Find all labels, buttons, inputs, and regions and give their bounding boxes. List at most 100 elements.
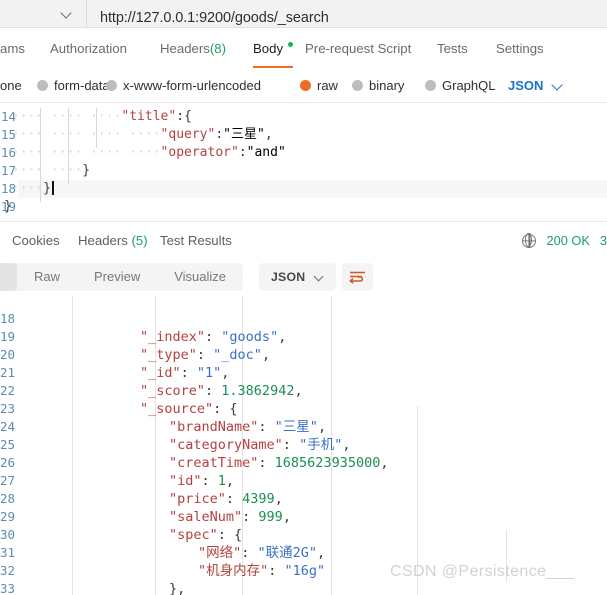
tab-label: Body: [253, 41, 284, 56]
code-token: "16g": [284, 563, 326, 579]
line-number: 24: [0, 419, 16, 434]
code-token: :: [201, 473, 218, 489]
code-token: :: [241, 545, 258, 561]
code-token: "_doc": [213, 347, 262, 363]
tab-label: Authorization: [50, 41, 127, 56]
code-token: ,: [274, 491, 283, 507]
response-view-preview[interactable]: Preview: [77, 263, 157, 291]
code-token: "网络": [198, 545, 242, 561]
body-type-raw[interactable]: raw: [300, 78, 338, 93]
line-number: 32: [0, 563, 16, 578]
code-text: "query":"三星",: [160, 127, 273, 142]
request-tab-settings[interactable]: Settings: [496, 29, 544, 68]
response-time-partial: 3: [599, 233, 607, 248]
method-selector[interactable]: [0, 0, 87, 27]
line-number: 29: [0, 509, 16, 524]
response-tab-test-results[interactable]: Test Results: [160, 233, 232, 248]
code-token: {: [234, 527, 243, 543]
code-token: "_type": [140, 347, 197, 363]
line-number: 33: [0, 581, 16, 595]
request-tab-bar: ams Authorization Headers (8) Body Pre-reque…: [0, 29, 607, 68]
code-token: ,: [294, 383, 303, 399]
chevron-down-icon: [552, 80, 563, 91]
code-token: },: [169, 581, 186, 595]
tab-count-badge: (8): [209, 41, 226, 56]
code-line: "brandName": "三星",: [169, 418, 326, 436]
code-token: ,: [317, 419, 327, 435]
globe-icon: [522, 233, 537, 248]
tab-label: Settings: [496, 41, 544, 56]
code-token: ,: [317, 545, 326, 561]
response-tab-cookies[interactable]: Cookies: [12, 233, 60, 248]
body-format-selector[interactable]: JSON: [508, 78, 563, 93]
response-view-raw[interactable]: Raw: [17, 263, 77, 291]
response-view-etty[interactable]: etty: [0, 263, 17, 291]
body-type-x-www-form-urlencoded[interactable]: x-www-form-urlencoded: [106, 78, 261, 93]
wrap-lines-button[interactable]: [342, 263, 373, 291]
line-number: 20: [0, 347, 16, 362]
code-token: "creatTime": [169, 455, 259, 471]
indent-dots: ···· ···· ···· ····: [4, 127, 161, 142]
code-text: "title":{: [121, 109, 192, 124]
code-token: "_index": [140, 329, 206, 345]
code-line: "_id": "1",: [140, 364, 229, 382]
indent-dots: ···· ····: [4, 163, 83, 178]
request-tab-authorization[interactable]: Authorization: [50, 29, 127, 68]
unsaved-dot-icon: [288, 42, 294, 47]
response-view-visualize[interactable]: Visualize: [157, 263, 243, 291]
radio-icon: [300, 79, 311, 91]
request-tab-tests[interactable]: Tests: [437, 29, 468, 68]
line-number: 22: [0, 383, 16, 398]
code-token: :: [205, 329, 222, 345]
code-token: :: [217, 527, 235, 543]
url-input[interactable]: http://127.0.0.1:9200/goods/_search: [87, 10, 607, 26]
request-tab-body[interactable]: Body: [253, 29, 294, 68]
code-token: :: [213, 401, 230, 417]
body-type-binary[interactable]: binary: [352, 78, 404, 93]
chevron-down-icon: [314, 272, 324, 282]
body-type-label: binary: [369, 77, 405, 93]
code-token: ,: [221, 365, 230, 381]
tab-count-badge: (5): [127, 232, 148, 248]
code-token: "三星": [274, 419, 318, 435]
code-token: :: [205, 383, 222, 399]
response-tab-bar: 200 OK 3 Cookies Headers (5) Test Results: [0, 221, 607, 258]
code-token: 1685623935000: [274, 455, 381, 471]
response-body-viewer[interactable]: 18 19 20 21 22 23 24 25 26 27 28 29 30 31 32 33 "_index…: [0, 296, 607, 595]
code-line: "网络": "联通2G",: [198, 544, 325, 562]
wrap-lines-icon: [349, 271, 365, 284]
response-view-segmented-control: ettyRawPreviewVisualize: [0, 263, 244, 291]
code-token: "spec": [169, 527, 218, 543]
code-token: ,: [278, 329, 287, 345]
body-type-one[interactable]: one: [0, 78, 22, 93]
response-format-label: JSON: [271, 270, 306, 284]
response-format-selector[interactable]: JSON: [259, 263, 337, 291]
code-line: "机身内存": "16g": [198, 562, 325, 580]
request-body-editor[interactable]: 14 15 16 17 18 19 ···· ···· ····"title":{ ···…: [0, 104, 607, 221]
line-number: 26: [0, 455, 16, 470]
text-caret: [51, 181, 54, 195]
response-tab-headers[interactable]: Headers (5): [78, 233, 148, 248]
request-tab-pre-request-script[interactable]: Pre-request Script: [305, 29, 411, 68]
tab-label: Pre-request Script: [305, 41, 412, 56]
code-token: "brandName": [169, 419, 259, 435]
code-token: "price": [169, 491, 226, 507]
code-line: "id": 1,: [169, 472, 234, 490]
code-token: "1": [196, 365, 222, 381]
code-line: "spec": {: [169, 526, 242, 544]
request-tab-ams[interactable]: ams: [0, 29, 25, 68]
code-token: ,: [225, 473, 235, 489]
watermark: CSDN @Persistence___: [390, 563, 575, 580]
code-token: ,: [342, 437, 351, 453]
line-number: 19: [0, 329, 16, 344]
radio-icon: [106, 79, 117, 91]
indent-dots: ···· ···· ···· ····: [4, 145, 161, 160]
tab-label: ams: [0, 41, 25, 56]
tab-label: Tests: [437, 41, 468, 56]
request-tab-headers[interactable]: Headers (8): [160, 29, 226, 68]
tab-label: Cookies: [12, 232, 60, 248]
code-line: ···· ···· ···· ····"operator":"and": [4, 144, 286, 162]
code-token: ,: [380, 455, 389, 471]
body-type-graphql[interactable]: GraphQL: [425, 78, 495, 93]
body-type-form-data[interactable]: form-data: [37, 78, 110, 93]
